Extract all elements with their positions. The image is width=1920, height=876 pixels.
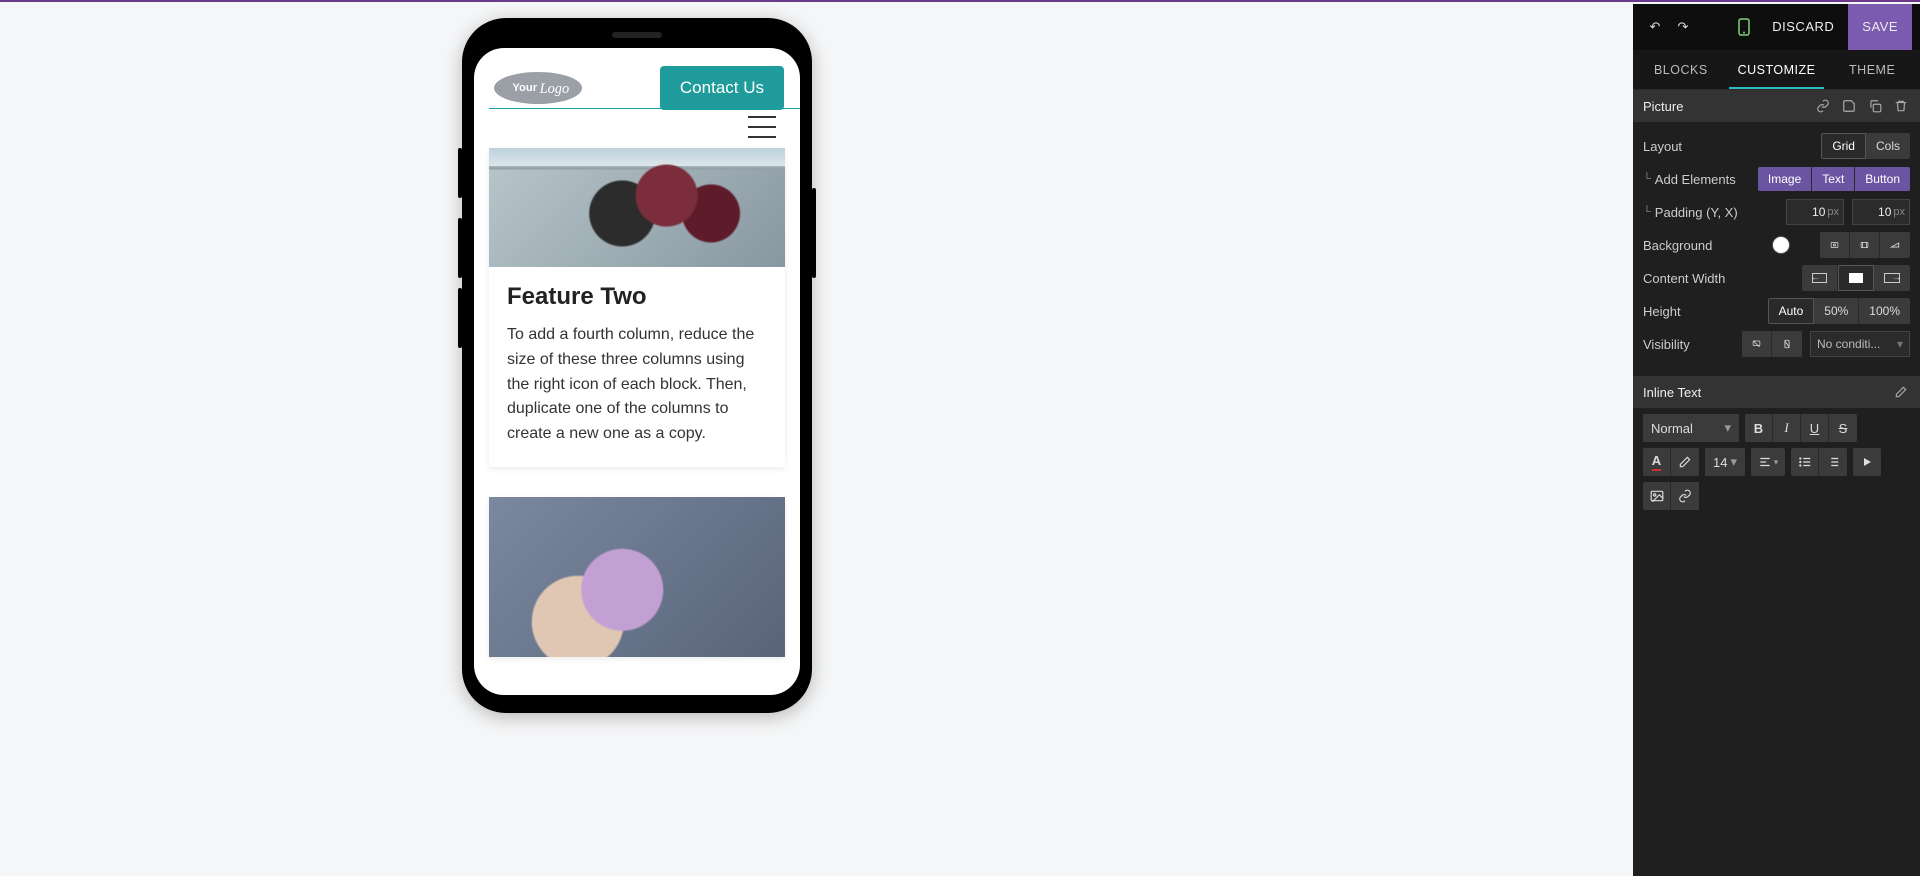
media-play-button[interactable]	[1853, 448, 1881, 476]
feature-image[interactable]	[489, 497, 785, 657]
editor-topbar: ↶ ↷ DISCARD SAVE	[1633, 4, 1920, 50]
insert-link-button[interactable]	[1671, 482, 1699, 510]
tab-customize[interactable]: CUSTOMIZE	[1729, 50, 1825, 89]
feature-card[interactable]: Feature Two To add a fourth column, redu…	[489, 148, 785, 467]
font-color-button[interactable]: A	[1643, 448, 1671, 476]
visibility-desktop-icon[interactable]	[1742, 331, 1772, 357]
device-side-button	[458, 148, 462, 198]
background-image-icon[interactable]	[1820, 232, 1850, 258]
site-logo[interactable]: Your Logo	[490, 68, 586, 108]
label-add-elements: Add Elements	[1655, 172, 1736, 187]
visibility-condition-select[interactable]: No conditi...▾	[1810, 331, 1910, 357]
italic-button[interactable]: I	[1773, 414, 1801, 442]
section-inline-text-header: Inline Text	[1633, 376, 1920, 408]
hamburger-menu-button[interactable]	[748, 116, 776, 138]
height-100-button[interactable]: 100%	[1859, 298, 1910, 324]
padding-y-input[interactable]: 10px	[1786, 199, 1844, 225]
feature-card[interactable]	[489, 497, 785, 657]
row-layout: Layout Grid Cols	[1643, 131, 1910, 161]
device-frame: Your Logo Contact Us Feature Two	[462, 18, 812, 713]
background-color-swatch[interactable]	[1772, 236, 1790, 254]
label-height: Height	[1643, 304, 1760, 319]
text-style-select[interactable]: Normal▾	[1643, 414, 1739, 442]
label-layout: Layout	[1643, 139, 1813, 154]
device-screen: Your Logo Contact Us Feature Two	[474, 48, 800, 695]
layout-cols-button[interactable]: Cols	[1866, 133, 1910, 159]
device-side-button	[458, 218, 462, 278]
save-section-icon[interactable]	[1840, 97, 1858, 115]
trash-icon[interactable]	[1892, 97, 1910, 115]
label-background: Background	[1643, 238, 1764, 253]
section-title: Picture	[1643, 99, 1683, 114]
contact-us-button[interactable]: Contact Us	[660, 66, 784, 110]
redo-icon[interactable]: ↷	[1669, 13, 1697, 41]
numbered-list-button[interactable]	[1819, 448, 1847, 476]
mobile-preview-icon[interactable]	[1730, 13, 1758, 41]
device-side-button	[458, 288, 462, 348]
font-size-select[interactable]: 14▾	[1705, 448, 1745, 476]
edit-icon[interactable]	[1892, 383, 1910, 401]
row-height: Height Auto 50% 100%	[1643, 296, 1910, 326]
add-button-button[interactable]: Button	[1855, 167, 1910, 191]
padding-x-input[interactable]: 10px	[1852, 199, 1910, 225]
svg-text:Your: Your	[512, 82, 537, 94]
background-video-icon[interactable]	[1850, 232, 1880, 258]
copy-icon[interactable]	[1866, 97, 1884, 115]
content-width-full[interactable]	[1874, 265, 1910, 291]
add-text-button[interactable]: Text	[1812, 167, 1855, 191]
selection-guideline	[489, 108, 800, 109]
insert-image-button[interactable]	[1643, 482, 1671, 510]
visibility-mobile-icon[interactable]	[1772, 331, 1802, 357]
label-visibility: Visibility	[1643, 337, 1734, 352]
row-visibility: Visibility No conditi...▾	[1643, 329, 1910, 359]
link-icon[interactable]	[1814, 97, 1832, 115]
tab-blocks[interactable]: BLOCKS	[1633, 50, 1729, 89]
row-add-elements: └Add Elements Image Text Button	[1643, 164, 1910, 194]
row-background: Background	[1643, 230, 1910, 260]
panel-tabs: BLOCKS CUSTOMIZE THEME	[1633, 50, 1920, 90]
feature-image[interactable]	[489, 148, 785, 267]
section-picture-header: Picture	[1633, 90, 1920, 122]
editor-panel: ↶ ↷ DISCARD SAVE BLOCKS CUSTOMIZE THEME …	[1633, 4, 1920, 876]
strikethrough-button[interactable]: S	[1829, 414, 1857, 442]
save-button[interactable]: SAVE	[1848, 4, 1912, 50]
highlight-button[interactable]	[1671, 448, 1699, 476]
feature-title[interactable]: Feature Two	[507, 283, 767, 311]
bullet-list-button[interactable]	[1791, 448, 1819, 476]
layout-grid-button[interactable]: Grid	[1821, 133, 1866, 159]
align-button[interactable]: ▾	[1751, 448, 1785, 476]
preview-canvas: Your Logo Contact Us Feature Two	[0, 4, 1273, 717]
tab-theme[interactable]: THEME	[1824, 50, 1920, 89]
label-padding: Padding (Y, X)	[1655, 205, 1738, 220]
bold-button[interactable]: B	[1745, 414, 1773, 442]
height-50-button[interactable]: 50%	[1814, 298, 1859, 324]
device-side-button	[812, 188, 816, 278]
row-padding: └Padding (Y, X) 10px 10px	[1643, 197, 1910, 227]
text-toolbar: Normal▾ B I U S A 14▾ ▾	[1633, 408, 1920, 516]
label-content-width: Content Width	[1643, 271, 1794, 286]
add-image-button[interactable]: Image	[1758, 167, 1812, 191]
site-navbar: Your Logo Contact Us	[474, 48, 800, 148]
undo-icon[interactable]: ↶	[1641, 13, 1669, 41]
section-title: Inline Text	[1643, 385, 1701, 400]
page-viewport[interactable]: Your Logo Contact Us Feature Two	[474, 48, 800, 695]
content-width-default[interactable]	[1838, 265, 1874, 291]
underline-button[interactable]: U	[1801, 414, 1829, 442]
content-width-narrow[interactable]	[1802, 265, 1838, 291]
discard-button[interactable]: DISCARD	[1758, 4, 1848, 50]
svg-text:Logo: Logo	[539, 81, 570, 97]
background-shape-icon[interactable]	[1880, 232, 1910, 258]
row-content-width: Content Width	[1643, 263, 1910, 293]
feature-text[interactable]: To add a fourth column, reduce the size …	[507, 323, 767, 447]
feature-body: Feature Two To add a fourth column, redu…	[489, 267, 785, 467]
height-auto-button[interactable]: Auto	[1768, 298, 1815, 324]
